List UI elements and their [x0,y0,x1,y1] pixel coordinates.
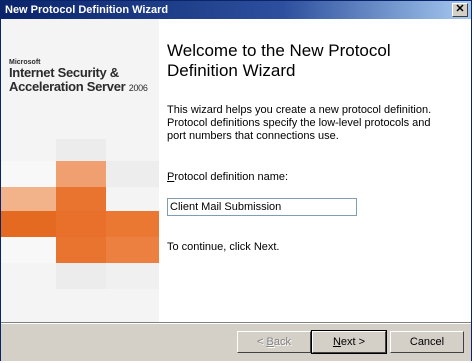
title-bar: New Protocol Definition Wizard ✕ [1,1,471,19]
back-rest: ack [273,336,291,348]
decor-tile [106,263,159,289]
close-button[interactable]: ✕ [452,3,468,17]
continue-hint: To continue, click Next. [167,241,280,253]
decor-tile [56,211,106,237]
decor-tile [56,263,106,289]
cancel-button[interactable]: Cancel [390,331,464,353]
label-text: rotocol definition name: [174,171,289,183]
close-icon: ✕ [455,3,465,15]
product-name-line1: Internet Security & [9,65,119,80]
next-accesskey: N [332,336,341,348]
next-rest: ext > [340,336,366,348]
description-text: This wizard helps you create a new proto… [167,104,432,142]
window-title: New Protocol Definition Wizard [5,4,169,16]
decor-tile [1,187,56,211]
decor-tile [106,237,159,263]
button-bar: < Back Next > Cancel [1,322,471,361]
wizard-window: New Protocol Definition Wizard ✕ Microso… [0,0,472,361]
decor-tile [56,139,106,161]
decor-tile [1,211,56,237]
side-banner: Microsoft Internet Security & Accelerati… [1,19,159,322]
back-button[interactable]: < Back [237,331,311,353]
protocol-name-input[interactable] [167,198,357,216]
back-accesskey: B [266,336,274,348]
decor-tile [56,161,106,187]
decor-tile [106,211,159,237]
decor-tile [56,237,106,263]
next-button[interactable]: Next > [311,330,387,354]
page-title: Welcome to the New Protocol Definition W… [167,41,391,80]
product-name-line2: Acceleration Server 2006 [9,80,148,95]
product-year: 2006 [128,83,148,93]
protocol-name-label: Protocol definition name: [167,171,288,183]
back-prefix: < [257,336,267,348]
decor-tile [106,161,159,187]
decor-tile [106,187,159,211]
wizard-content: Welcome to the New Protocol Definition W… [159,19,471,322]
product-name-line2-text: Acceleration Server [9,79,126,94]
decor-tile [1,161,56,187]
product-logo: Microsoft Internet Security & Accelerati… [9,59,148,95]
decor-tile [1,237,56,263]
decor-tile [56,187,106,211]
